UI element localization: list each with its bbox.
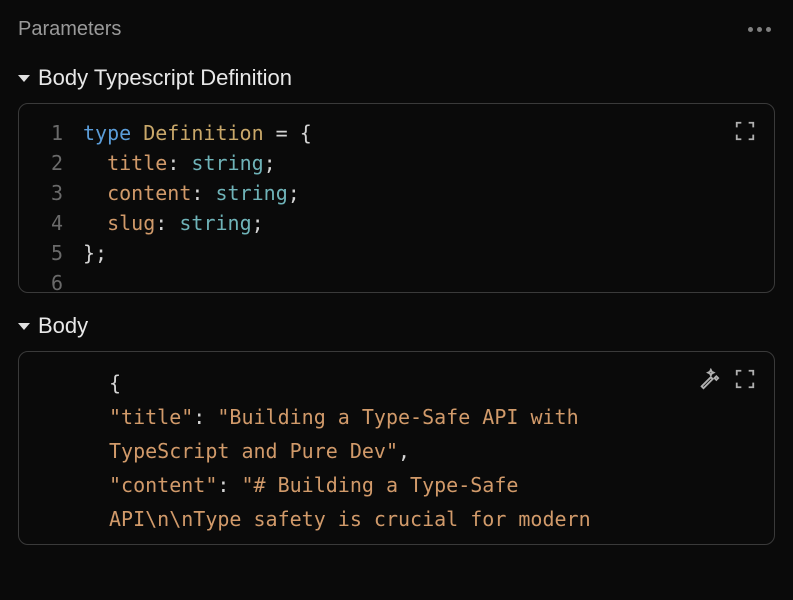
expand-icon[interactable] xyxy=(734,368,756,390)
code-line: 5}; xyxy=(37,238,756,268)
json-line: "title": "Building a Type-Safe API with xyxy=(109,400,676,434)
body-section-toggle[interactable]: Body xyxy=(18,313,775,339)
code-line: 4 slug: string; xyxy=(37,208,756,238)
code-line: 6 xyxy=(37,268,756,293)
magic-wand-icon[interactable] xyxy=(698,368,720,390)
definition-code-editor[interactable]: 1type Definition = {2 title: string;3 co… xyxy=(18,103,775,293)
line-number: 6 xyxy=(37,268,63,293)
line-number: 2 xyxy=(37,148,63,178)
panel-header: Parameters xyxy=(18,18,775,41)
body-code-content: { "title": "Building a Type-Safe API wit… xyxy=(37,366,756,536)
line-number: 4 xyxy=(37,208,63,238)
more-options-button[interactable] xyxy=(744,23,775,36)
json-line: API\n\nType safety is crucial for modern xyxy=(109,502,676,536)
parameters-panel: Parameters Body Typescript Definition 1t… xyxy=(0,0,793,583)
chevron-down-icon xyxy=(18,323,30,330)
body-section-title: Body xyxy=(38,313,88,339)
line-number: 5 xyxy=(37,238,63,268)
json-line: "content": "# Building a Type-Safe xyxy=(109,468,676,502)
body-code-editor[interactable]: { "title": "Building a Type-Safe API wit… xyxy=(18,351,775,545)
expand-icon[interactable] xyxy=(734,120,756,142)
definition-code-content: 1type Definition = {2 title: string;3 co… xyxy=(37,118,756,293)
body-section: Body { "title": "Building a Type-Safe AP… xyxy=(18,313,775,545)
line-number: 3 xyxy=(37,178,63,208)
json-line: TypeScript and Pure Dev", xyxy=(109,434,676,468)
chevron-down-icon xyxy=(18,75,30,82)
code-line: 2 title: string; xyxy=(37,148,756,178)
json-line: { xyxy=(109,366,676,400)
definition-section-title: Body Typescript Definition xyxy=(38,65,292,91)
definition-section-toggle[interactable]: Body Typescript Definition xyxy=(18,65,775,91)
panel-title: Parameters xyxy=(18,18,121,41)
code-line: 1type Definition = { xyxy=(37,118,756,148)
definition-section: Body Typescript Definition 1type Definit… xyxy=(18,65,775,293)
code-line: 3 content: string; xyxy=(37,178,756,208)
line-number: 1 xyxy=(37,118,63,148)
